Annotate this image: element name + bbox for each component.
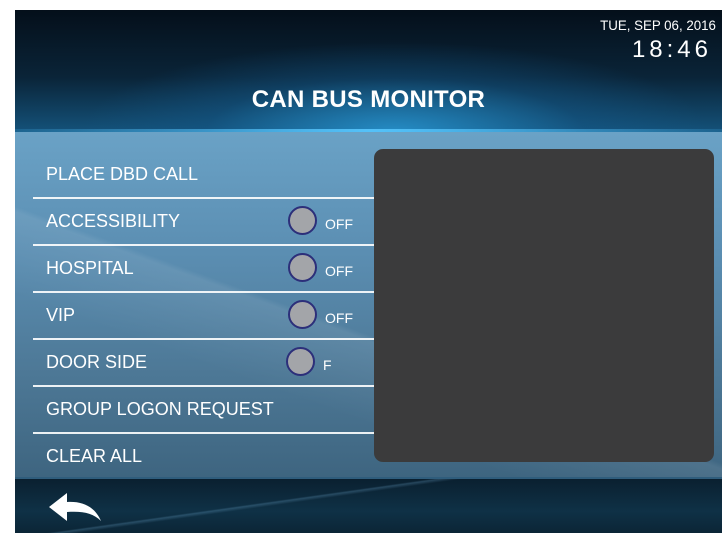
toggle-state-label: OFF — [325, 310, 353, 326]
options-menu: PLACE DBD CALL ACCESSIBILITY OFF HOSPITA… — [33, 152, 375, 481]
menu-item-label: PLACE DBD CALL — [46, 164, 199, 184]
toggle-state-label: OFF — [325, 216, 353, 232]
group-logon-request-button[interactable]: GROUP LOGON REQUEST — [33, 387, 375, 434]
page-title: CAN BUS MONITOR — [251, 86, 486, 113]
hospital-row: HOSPITAL OFF — [33, 246, 375, 293]
menu-item-label: CLEAR ALL — [46, 446, 143, 466]
time-display: 18:46 — [631, 36, 712, 63]
can-bus-monitor-display — [374, 149, 714, 462]
place-dbd-call-button[interactable]: PLACE DBD CALL — [33, 152, 375, 199]
clear-all-button[interactable]: CLEAR ALL — [33, 434, 375, 481]
date-display: TUE, SEP 06, 2016 — [600, 17, 716, 33]
footer-bar — [15, 477, 722, 533]
toggle-state-label: F — [323, 357, 332, 373]
hospital-toggle[interactable] — [288, 253, 317, 282]
back-button[interactable] — [45, 491, 105, 525]
door-side-row: DOOR SIDE F — [33, 340, 375, 387]
menu-item-label: HOSPITAL — [46, 258, 134, 278]
menu-item-label: GROUP LOGON REQUEST — [46, 399, 274, 419]
header: TUE, SEP 06, 2016 18:46 CAN BUS MONITOR — [15, 10, 722, 132]
menu-item-label: DOOR SIDE — [46, 352, 148, 372]
accessibility-row: ACCESSIBILITY OFF — [33, 199, 375, 246]
vip-row: VIP OFF — [33, 293, 375, 340]
vip-toggle[interactable] — [288, 300, 317, 329]
door-side-toggle[interactable] — [286, 347, 315, 376]
screen: TUE, SEP 06, 2016 18:46 CAN BUS MONITOR … — [15, 10, 722, 533]
back-arrow-icon — [49, 493, 101, 521]
accessibility-toggle[interactable] — [288, 206, 317, 235]
toggle-state-label: OFF — [325, 263, 353, 279]
menu-item-label: ACCESSIBILITY — [46, 211, 181, 231]
menu-item-label: VIP — [46, 305, 76, 325]
